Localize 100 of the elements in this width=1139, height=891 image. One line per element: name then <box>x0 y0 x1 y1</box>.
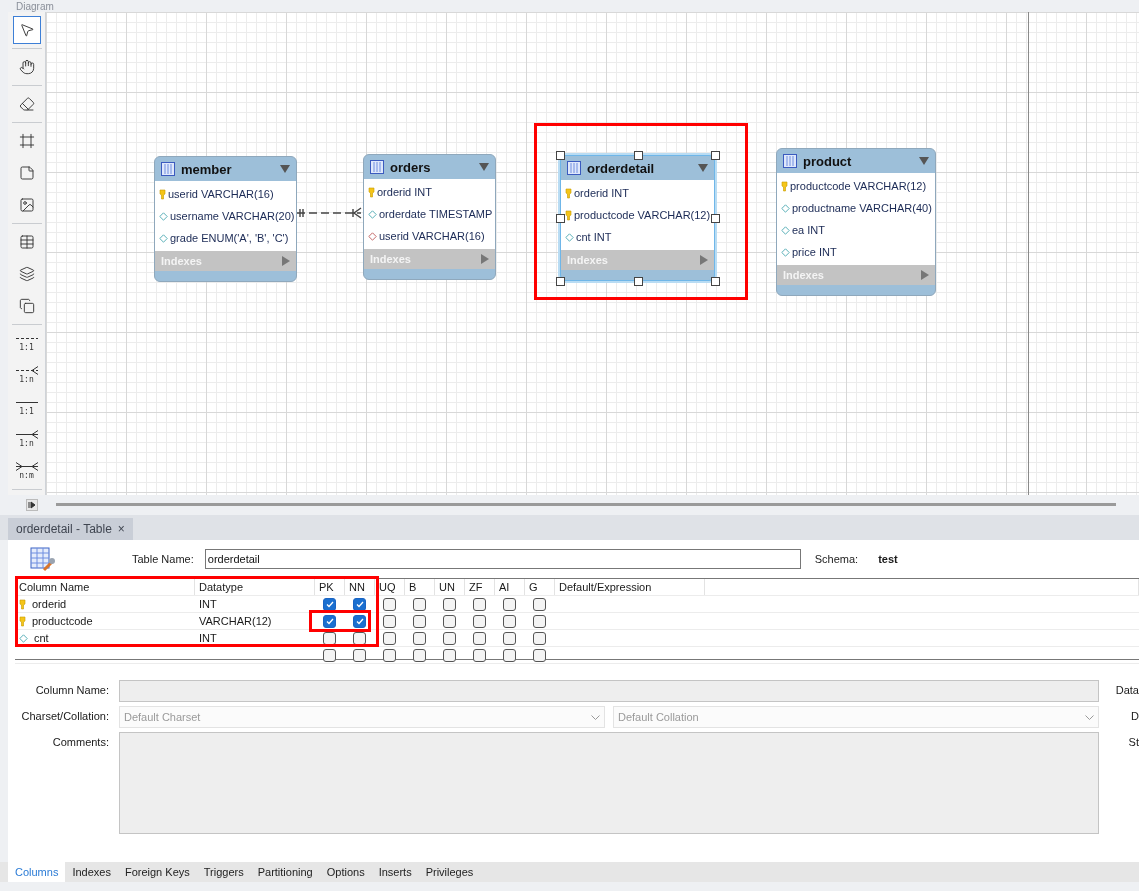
checkbox[interactable] <box>473 631 486 645</box>
relationship-tool-button[interactable]: 1:1 <box>12 393 41 421</box>
column-header[interactable]: AI <box>495 579 525 595</box>
diamond-icon <box>159 233 168 243</box>
checkbox[interactable] <box>533 614 546 628</box>
table-icon <box>567 161 581 175</box>
resize-handle[interactable] <box>711 151 720 160</box>
column-header[interactable]: UQ <box>375 579 405 595</box>
comments-field[interactable] <box>119 732 1099 834</box>
editor-tab[interactable]: Columns <box>8 862 66 882</box>
column-text: orderdate TIMESTAMP <box>379 208 493 220</box>
scroll-button-icon[interactable] <box>26 499 38 511</box>
relationship-tool-button[interactable]: 1:n <box>12 425 41 453</box>
key-icon <box>159 188 166 200</box>
resize-handle[interactable] <box>711 277 720 286</box>
column-text: ea INT <box>792 224 825 236</box>
editor-tab[interactable]: Foreign Keys <box>117 862 197 882</box>
checkbox[interactable] <box>473 597 486 611</box>
table-name: orderdetail <box>587 160 656 176</box>
editor-tab[interactable]: orderdetail - Table × <box>8 518 133 540</box>
column-header[interactable]: NN <box>345 579 375 595</box>
checkbox[interactable] <box>533 631 546 645</box>
resize-handle[interactable] <box>556 151 565 160</box>
checkbox[interactable] <box>413 648 426 662</box>
scrollbar-track[interactable] <box>56 503 1116 507</box>
schema-name: test <box>878 553 898 565</box>
checkbox[interactable] <box>413 631 426 645</box>
checkbox[interactable] <box>323 614 336 628</box>
editor-tab[interactable]: Partitioning <box>250 862 320 882</box>
checkbox[interactable] <box>353 597 366 611</box>
column-text: orderid INT <box>377 186 433 198</box>
editor-tab[interactable]: Indexes <box>65 862 118 882</box>
resize-handle[interactable] <box>556 277 565 286</box>
key-icon <box>368 186 375 198</box>
expand-arrow-icon[interactable] <box>282 256 290 266</box>
editor-tab[interactable]: Inserts <box>371 862 419 882</box>
checkbox[interactable] <box>413 614 426 628</box>
column-header[interactable]: Default/Expression <box>555 579 705 595</box>
table-name-field[interactable]: orderdetail <box>204 549 801 569</box>
editor-tab[interactable]: Privileges <box>418 862 481 882</box>
checkbox[interactable] <box>383 631 396 645</box>
checkbox[interactable] <box>533 648 546 662</box>
column-header[interactable]: ZF <box>465 579 495 595</box>
column-text: productname VARCHAR(40) <box>792 202 932 214</box>
column-header[interactable]: Column Name <box>15 579 195 595</box>
collapse-arrow-icon[interactable] <box>280 165 290 173</box>
image-icon <box>18 197 35 213</box>
checkbox[interactable] <box>503 631 516 645</box>
checkbox[interactable] <box>353 614 366 628</box>
resize-handle[interactable] <box>556 214 565 223</box>
checkbox[interactable] <box>443 648 456 662</box>
checkbox[interactable] <box>383 614 396 628</box>
checkbox[interactable] <box>353 648 366 662</box>
checkbox[interactable] <box>443 614 456 628</box>
relationship-tool-button[interactable]: n:m <box>12 457 41 485</box>
checkbox[interactable] <box>383 648 396 662</box>
resize-handle[interactable] <box>633 277 643 286</box>
checkbox[interactable] <box>533 597 546 611</box>
checkbox[interactable] <box>473 614 486 628</box>
column-header[interactable]: G <box>525 579 555 595</box>
column-header[interactable]: B <box>405 579 435 595</box>
resize-handle[interactable] <box>633 151 643 160</box>
column-name-field[interactable] <box>119 680 1099 702</box>
table-cell: cnt <box>34 632 49 644</box>
table-icon <box>783 154 797 168</box>
column-header[interactable]: PK <box>315 579 345 595</box>
pointer-tool-button[interactable] <box>12 16 41 44</box>
close-icon[interactable]: × <box>117 522 125 536</box>
relationship-tool-button[interactable]: 1:n <box>12 361 41 389</box>
checkbox[interactable] <box>503 597 516 611</box>
checkbox[interactable] <box>443 597 456 611</box>
resize-handle[interactable] <box>711 214 720 223</box>
checkbox[interactable] <box>503 614 516 628</box>
column-header[interactable]: Datatype <box>195 579 315 595</box>
checkbox[interactable] <box>503 648 516 662</box>
panel-title: Diagram <box>16 2 54 12</box>
key-icon <box>19 615 26 627</box>
checkbox[interactable] <box>473 648 486 662</box>
diamond-icon <box>565 232 574 242</box>
checkbox[interactable] <box>323 648 336 662</box>
relationship-connector[interactable] <box>295 207 363 219</box>
editor-tab[interactable]: Options <box>319 862 372 882</box>
field-label: Table Name: <box>132 553 194 565</box>
checkbox[interactable] <box>323 597 336 611</box>
field-label: Data <box>1114 683 1139 698</box>
relationship-tool-button[interactable]: 1:1 <box>12 329 41 357</box>
collapse-arrow-icon[interactable] <box>919 157 929 165</box>
checkbox[interactable] <box>413 597 426 611</box>
editor-tab[interactable]: Triggers <box>196 862 251 882</box>
collapse-arrow-icon[interactable] <box>698 164 708 172</box>
expand-arrow-icon[interactable] <box>700 255 708 265</box>
collapse-arrow-icon[interactable] <box>479 163 489 171</box>
checkbox[interactable] <box>383 597 396 611</box>
diamond-icon <box>368 209 377 219</box>
key-icon <box>565 187 572 199</box>
checkbox[interactable] <box>443 631 456 645</box>
column-header[interactable]: UN <box>435 579 465 595</box>
expand-arrow-icon[interactable] <box>921 270 929 280</box>
expand-arrow-icon[interactable] <box>481 254 489 264</box>
stacked-windows-icon <box>18 298 35 314</box>
